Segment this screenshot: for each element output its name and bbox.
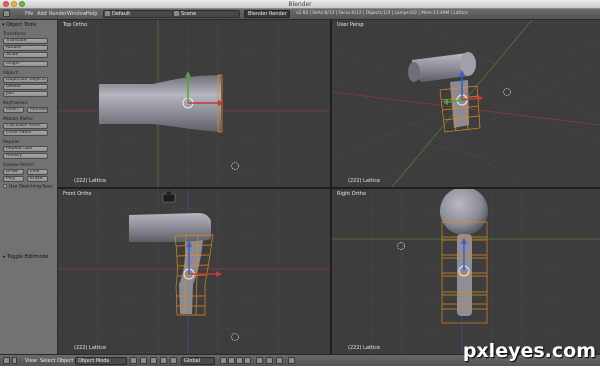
right-ortho-canvas	[332, 189, 600, 354]
viewport-shading-icon[interactable]	[130, 357, 137, 364]
screen-layout-value: Default	[112, 11, 131, 17]
draw-button[interactable]: Draw	[3, 169, 24, 175]
repeat-section-label: Repeat:	[3, 140, 21, 145]
viewport-footer-persp: (222) Lattice	[348, 178, 381, 184]
editor-type-icon-bottom[interactable]	[3, 357, 10, 364]
layer-4-icon[interactable]	[244, 357, 251, 364]
menu-window[interactable]: Window	[67, 11, 87, 17]
clear-paths-button[interactable]: Clear Paths	[3, 130, 48, 136]
pivot-point-icon[interactable]	[140, 357, 147, 364]
site-watermark: pxleyes.com	[462, 340, 596, 362]
render-engine-value: Blender Render	[248, 11, 287, 17]
layer-1-icon[interactable]	[220, 357, 227, 364]
translate-button[interactable]: Translate	[3, 38, 48, 44]
menu-view[interactable]: View	[25, 358, 37, 364]
translate-manipulator-icon[interactable]	[160, 357, 167, 364]
grease-pencil-section-label: Grease Pencil:	[3, 163, 35, 168]
repeat-last-button[interactable]: Repeat Last	[3, 146, 48, 152]
rotate-button[interactable]: Rotate	[3, 45, 48, 51]
blender-window: Blender File Add Render Window Help Defa…	[0, 0, 600, 366]
transform-orientation-select[interactable]: Global	[181, 357, 215, 365]
tool-shelf: ▾ Object Tools Transform: Translate Rota…	[0, 20, 58, 354]
user-persp-canvas	[332, 20, 600, 187]
delete-button[interactable]: Delete	[3, 84, 48, 90]
toggle-editmode-panel[interactable]: ▸ Toggle Editmode	[3, 254, 49, 260]
menu-select[interactable]: Select	[40, 358, 55, 364]
editor-type-icon[interactable]	[3, 10, 10, 17]
scene-select[interactable]: Scene	[172, 10, 240, 18]
join-button[interactable]: Join	[3, 91, 48, 97]
viewport-label-top: Top Ortho	[63, 22, 88, 28]
viewport-label-right: Right Ortho	[337, 191, 366, 197]
viewport-footer-right: (222) Lattice	[348, 345, 381, 351]
rotate-manipulator-icon[interactable]	[170, 357, 177, 364]
viewport-front-ortho[interactable]: Front Ortho (222) Lattice	[58, 189, 330, 354]
scale-button[interactable]: Scale	[3, 52, 48, 58]
viewport-label-front: Front Ortho	[63, 191, 92, 197]
mode-select[interactable]: Object Mode	[75, 357, 127, 365]
menu-object[interactable]: Object	[57, 358, 73, 364]
menu-add[interactable]: Add	[37, 11, 47, 17]
window-titlebar: Blender	[0, 0, 600, 9]
viewport-user-persp[interactable]: User Persp (222) Lattice	[332, 20, 600, 187]
remove-keyframe-button[interactable]: Remove	[27, 107, 48, 113]
layer-3-icon[interactable]	[236, 357, 243, 364]
viewport-right-ortho[interactable]: Right Ortho (222) Lattice	[332, 189, 600, 354]
poly-button[interactable]: Poly	[3, 176, 24, 182]
use-sketching-checkbox[interactable]: Use Sketching Sess	[3, 184, 53, 190]
front-ortho-canvas	[58, 189, 330, 354]
snap-icon[interactable]	[266, 357, 273, 364]
viewport-top-ortho[interactable]: Top Ortho (222) Lattice	[58, 20, 330, 187]
window-title: Blender	[288, 1, 312, 8]
transform-section-label: Transform:	[3, 32, 27, 37]
scene-stats: v2.60 | Verts:8/13 | Faces:6/12 | Object…	[296, 11, 469, 16]
model-body-right[interactable]	[440, 189, 488, 235]
calculate-paths-button[interactable]: Calculate Paths	[3, 123, 48, 129]
object-section-label: Object:	[3, 71, 20, 76]
viewport-footer-front: (222) Lattice	[74, 345, 107, 351]
origin-button[interactable]: Origin	[3, 61, 48, 67]
motion-paths-section-label: Motion Paths:	[3, 117, 34, 122]
orientation-value: Global	[184, 358, 200, 364]
keyframes-section-label: Keyframes:	[3, 101, 29, 106]
info-header: File Add Render Window Help Default Scen…	[0, 9, 600, 20]
manipulator-toggle-icon[interactable]	[150, 357, 157, 364]
duplicate-objects-button[interactable]: Duplicate Objects	[3, 77, 48, 83]
view-menu-toggle-icon[interactable]	[12, 357, 17, 364]
model-body-persp[interactable]	[411, 53, 467, 82]
proportional-edit-icon[interactable]	[276, 357, 283, 364]
scene-value: Scene	[181, 11, 197, 17]
layout-icon	[105, 11, 110, 16]
lock-layers-icon[interactable]	[256, 357, 263, 364]
line-button[interactable]: Line	[27, 169, 48, 175]
screen-layout-select[interactable]: Default	[103, 10, 173, 18]
erase-button[interactable]: Erase	[27, 176, 48, 182]
camera-icon	[162, 191, 176, 203]
history-button[interactable]: History	[3, 153, 48, 159]
viewport-footer-top: (222) Lattice	[74, 178, 107, 184]
layer-2-icon[interactable]	[228, 357, 235, 364]
menu-file[interactable]: File	[25, 11, 33, 17]
insert-keyframe-button[interactable]: Insert	[3, 107, 24, 113]
model-body-front[interactable]	[129, 213, 211, 242]
menu-help[interactable]: Help	[86, 11, 97, 17]
render-preview-icon[interactable]	[288, 357, 295, 364]
mode-value: Object Mode	[78, 358, 110, 364]
top-ortho-canvas	[58, 20, 330, 187]
render-engine-select[interactable]: Blender Render	[244, 10, 290, 18]
viewport-label-persp: User Persp	[337, 22, 364, 28]
scene-icon	[174, 11, 179, 16]
use-sketching-label: Use Sketching Sess	[9, 184, 53, 190]
menu-render[interactable]: Render	[49, 11, 67, 17]
checkbox-box	[3, 184, 7, 188]
viewport-divider-horizontal[interactable]	[58, 187, 600, 189]
object-tools-header[interactable]: ▾ Object Tools	[2, 22, 36, 28]
